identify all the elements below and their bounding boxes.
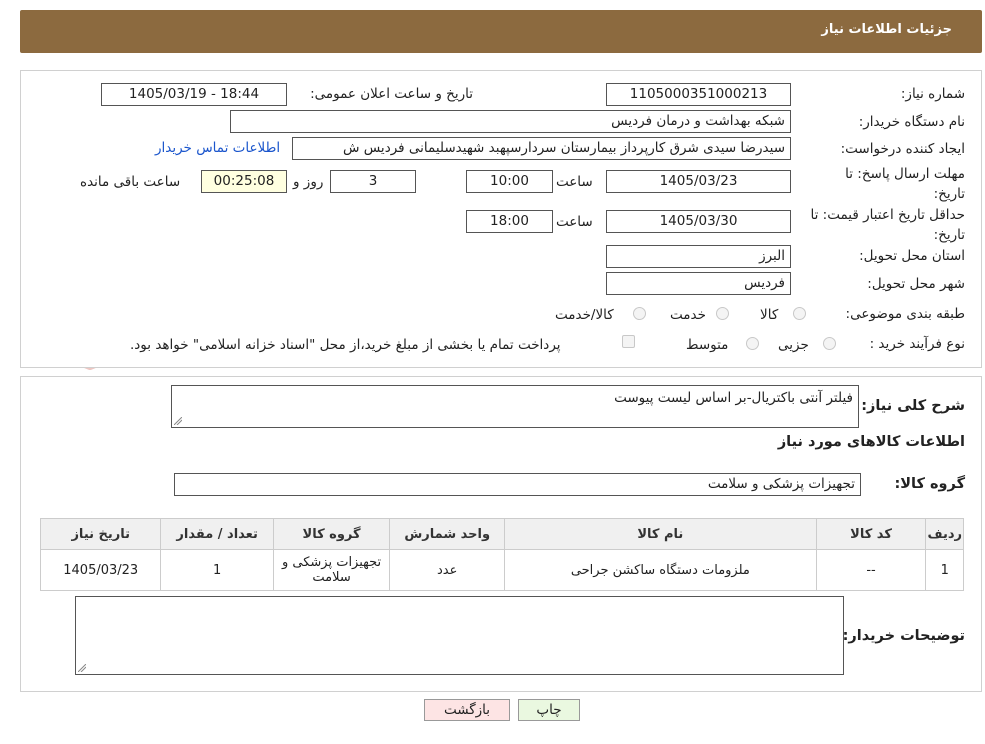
reply-deadline-time-field: 10:00 [466,170,553,193]
buyer-notes-textarea[interactable] [75,596,844,675]
category-label: طبقه بندی موضوعی: [845,306,965,322]
table-row: 1 -- ملزومات دستگاه ساکشن جراحی عدد تجهی… [39,549,964,591]
col-row-header: ردیف [925,518,964,550]
goods-group-field: تجهیزات پزشکی و سلامت [174,473,861,496]
unit-cell: عدد [389,549,506,591]
col-code-header: کد کالا [815,518,927,550]
city-field: فردیس [606,272,791,295]
reply-deadline-time-label: ساعت [556,174,593,190]
process-medium-radio[interactable] [746,337,759,350]
resize-grip-icon[interactable] [78,664,86,672]
time-remaining-label: ساعت باقی مانده [80,174,181,190]
row-number-cell: 1 [925,549,964,591]
buyer-contact-link[interactable]: اطلاعات تماس خریدار [155,140,280,156]
resize-grip-icon[interactable] [174,417,182,425]
process-type-label: نوع فرآیند خرید : [869,336,965,352]
summary-textarea[interactable]: فیلتر آنتی باکتریال-بر اساس لیست پیوست [171,385,859,428]
goods-name-cell: ملزومات دستگاه ساکشن جراحی [504,549,817,591]
page-header: جزئیات اطلاعات نیاز [20,10,982,53]
city-label: شهر محل تحویل: [867,276,965,292]
col-qty-header: تعداد / مقدار [160,518,274,550]
goods-code-cell: -- [815,549,927,591]
requester-field: سیدرضا سیدی شرق کارپرداز بیمارستان سردار… [292,137,791,160]
group-cell: تجهیزات پزشکی و سلامت [272,549,391,591]
treasury-payment-checkbox[interactable] [622,335,635,348]
back-button[interactable]: بازگشت [424,699,510,721]
reply-deadline-label: مهلت ارسال پاسخ: تا تاریخ: [845,166,965,202]
goods-table: ردیف کد کالا نام کالا واحد شمارش گروه کا… [39,518,964,591]
price-validity-time-label: ساعت [556,214,593,230]
need-number-label: شماره نیاز: [900,86,965,102]
col-date-header: تاریخ نیاز [39,518,162,550]
reply-deadline-date-field: 1405/03/23 [606,170,791,193]
price-validity-date-field: 1405/03/30 [606,210,791,233]
category-service-label: خدمت [670,307,706,323]
process-minor-label: جزیی [778,337,809,353]
province-field: البرز [606,245,791,268]
time-remaining-field: 00:25:08 [201,170,287,193]
requester-label: ایجاد کننده درخواست: [840,141,965,157]
summary-label: شرح کلی نیاز: [861,398,965,414]
quantity-cell: 1 [160,549,274,591]
col-unit-header: واحد شمارش [389,518,506,550]
days-label: روز و [293,174,324,190]
province-label: استان محل تحویل: [859,248,965,264]
announce-datetime-label: تاریخ و ساعت اعلان عمومی: [310,86,473,102]
buyer-notes-label: توضیحات خریدار: [842,628,965,644]
process-minor-radio[interactable] [823,337,836,350]
treasury-payment-note: پرداخت تمام یا بخشی از مبلغ خرید،از محل … [130,337,561,353]
category-goods-radio[interactable] [793,307,806,320]
process-medium-label: متوسط [686,337,729,353]
need-number-field: 1105000351000213 [606,83,791,106]
category-goods-label: کالا [760,307,779,323]
price-validity-label: حداقل تاریخ اعتبار قیمت: تا تاریخ: [810,207,965,243]
buyer-org-label: نام دستگاه خریدار: [858,114,965,130]
category-goods-service-radio[interactable] [633,307,646,320]
print-button[interactable]: چاپ [518,699,580,721]
goods-group-label: گروه کالا: [894,476,965,492]
col-name-header: نام کالا [504,518,817,550]
summary-text: فیلتر آنتی باکتریال-بر اساس لیست پیوست [614,390,853,406]
buyer-org-field: شبکه بهداشت و درمان فردیس [230,110,791,133]
page-title: جزئیات اطلاعات نیاز [821,22,952,37]
price-validity-time-field: 18:00 [466,210,553,233]
announce-datetime-field: 1405/03/19 - 18:44 [101,83,287,106]
need-date-cell: 1405/03/23 [39,549,162,591]
category-goods-service-label: کالا/خدمت [555,307,614,323]
category-service-radio[interactable] [716,307,729,320]
goods-info-title: اطلاعات کالاهای مورد نیاز [777,434,965,450]
goods-table-header: ردیف کد کالا نام کالا واحد شمارش گروه کا… [39,518,964,550]
col-group-header: گروه کالا [272,518,391,550]
days-remaining-field: 3 [330,170,416,193]
